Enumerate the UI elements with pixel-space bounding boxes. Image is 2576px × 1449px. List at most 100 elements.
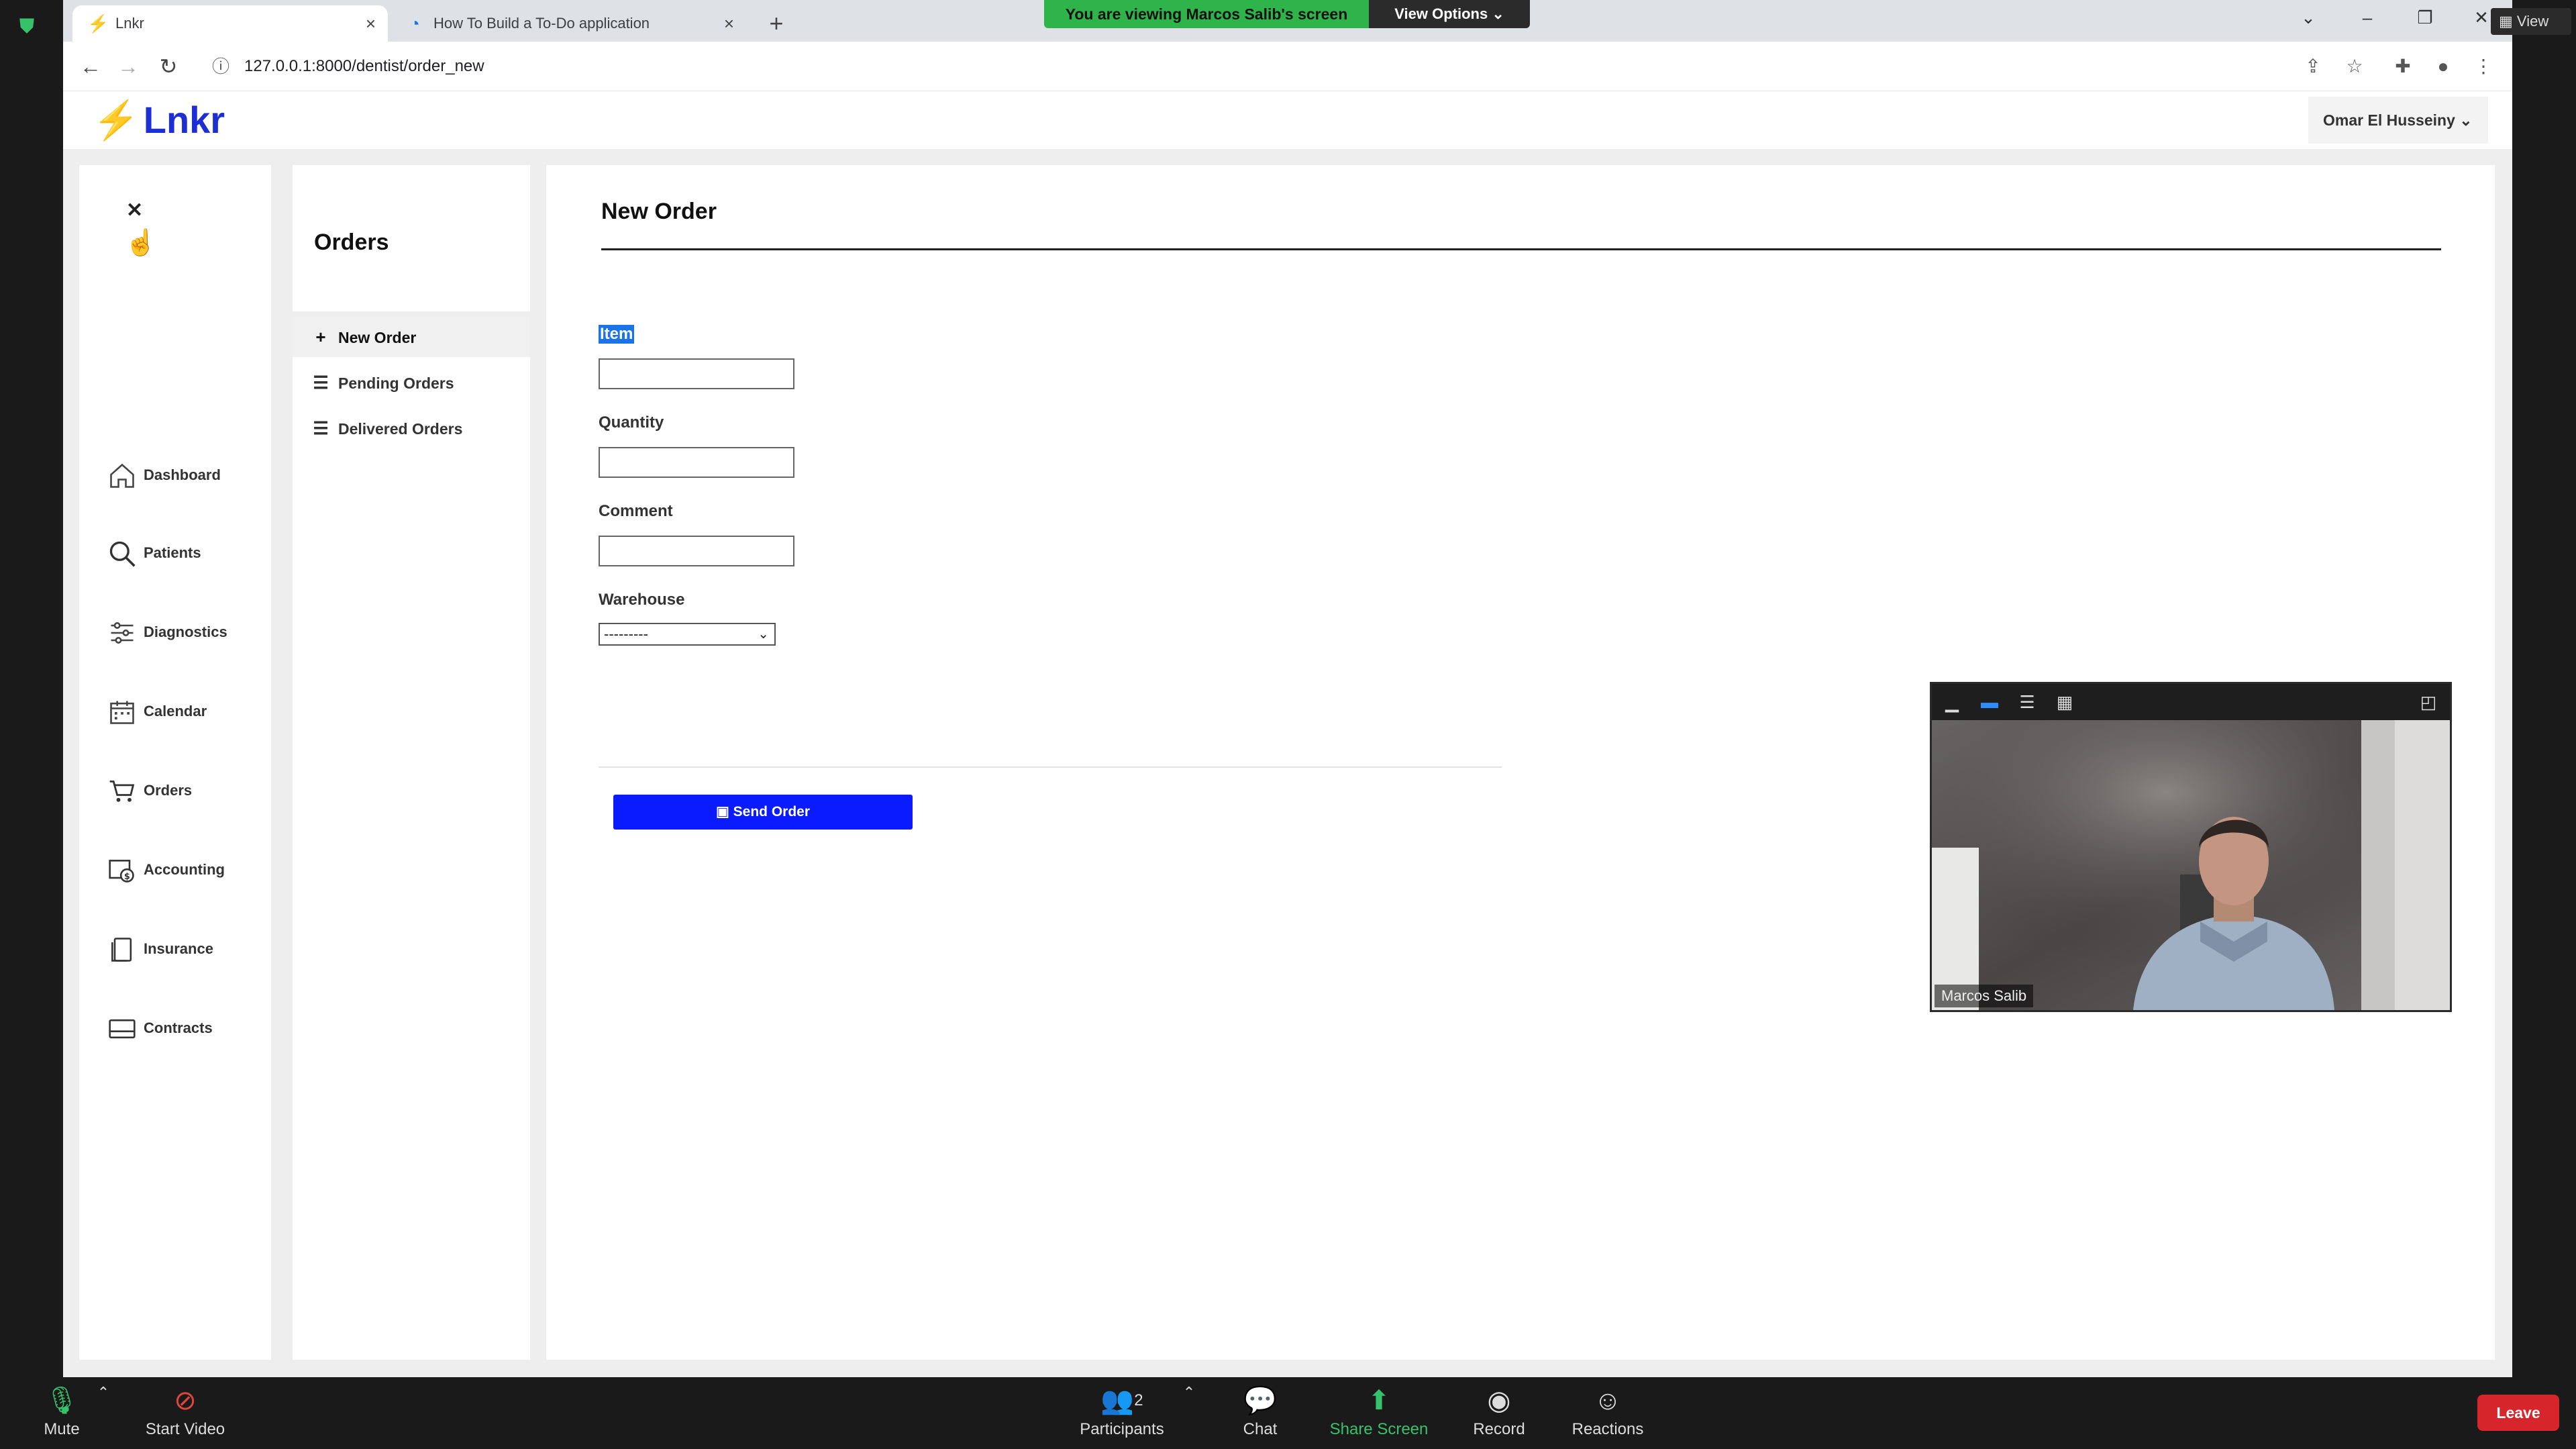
subnav-item-pending-orders[interactable]: ☰ Pending Orders — [293, 362, 530, 403]
mute-button[interactable]: 🎙 Mute — [30, 1384, 94, 1446]
minimize-icon[interactable]: – — [2347, 4, 2387, 31]
view-button[interactable]: ▦ View — [2491, 8, 2571, 35]
document-icon — [107, 935, 137, 964]
view-grid-icon: ▦ — [2499, 13, 2513, 30]
reload-icon[interactable]: ↻ — [153, 51, 184, 82]
gallery-view-icon[interactable]: ▦ — [2053, 691, 2077, 713]
zoom-control-bar: 🎙 Mute ⌃ ⊘ Start Video 👥2 Participants ⌃… — [0, 1377, 2576, 1449]
share-screen-icon: ⬆ — [1368, 1386, 1390, 1415]
list-icon: ☰ — [313, 372, 329, 393]
participant-name: Marcos Salib — [1935, 985, 2034, 1007]
tab-search-icon[interactable]: ⌄ — [2288, 4, 2328, 31]
speaker-view-icon[interactable]: ▬ — [1977, 691, 2002, 713]
video-off-icon: ⊘ — [174, 1386, 197, 1415]
leave-button[interactable]: Leave — [2477, 1395, 2559, 1431]
close-tab-icon[interactable]: × — [724, 5, 734, 42]
start-video-button[interactable]: ⊘ Start Video — [138, 1384, 232, 1446]
exit-float-icon[interactable]: ◰ — [2416, 691, 2440, 713]
address-bar[interactable]: ⓘ 127.0.0.1:8000/dentist/order_new — [197, 48, 2318, 85]
hand-cursor-icon: ☝ — [125, 229, 157, 257]
plus-icon: + — [315, 327, 326, 347]
subnav-item-new-order[interactable]: + New Order — [293, 317, 530, 357]
nav-item-contracts[interactable]: Contracts — [107, 1009, 268, 1047]
chat-icon: 💬 — [1243, 1386, 1277, 1415]
subnav-header: Orders — [293, 165, 530, 317]
browser-toolbar: ← → ↻ ⓘ 127.0.0.1:8000/dentist/order_new… — [63, 42, 2512, 91]
lnkr-logo[interactable]: ⚡ Lnkr — [93, 98, 225, 142]
loading-favicon-icon: ◔ — [409, 13, 420, 34]
title-divider — [601, 248, 2441, 250]
chat-button[interactable]: 💬 Chat — [1233, 1384, 1287, 1446]
lnkr-favicon-icon: ⚡ — [87, 13, 109, 34]
nav-item-calendar[interactable]: Calendar — [107, 693, 268, 730]
bookmark-star-icon[interactable]: ☆ — [2339, 51, 2370, 82]
strip-view-icon[interactable]: ☰ — [2015, 691, 2039, 713]
app-header: ⚡ Lnkr Omar El Husseiny ⌄ — [63, 91, 2512, 149]
close-sidebar-icon[interactable]: ✕ — [126, 199, 143, 222]
record-icon: ◉ — [1487, 1386, 1511, 1415]
close-tab-icon[interactable]: × — [366, 5, 376, 42]
warehouse-selected-value: --------- — [604, 626, 648, 642]
send-order-button[interactable]: ▣ Send Order — [613, 795, 913, 830]
orders-subnav: Orders + New Order ☰ Pending Orders ☰ Deliv… — [293, 165, 530, 1360]
sliders-icon — [107, 618, 137, 648]
profile-icon[interactable]: ● — [2428, 51, 2459, 82]
menu-icon[interactable]: ⋮ — [2468, 51, 2499, 82]
share-icon[interactable]: ⇪ — [2298, 51, 2328, 82]
nav-item-accounting[interactable]: $ Accounting — [107, 851, 268, 889]
main-sidebar: ✕ ☝ Dashboard Patients Diagnostics Calen… — [79, 165, 271, 1360]
list-icon: ☰ — [313, 418, 329, 438]
microphone-icon: 🎙 — [44, 1386, 79, 1415]
warehouse-label: Warehouse — [599, 591, 685, 609]
participants-options-caret[interactable]: ⌃ — [1181, 1384, 1197, 1446]
browser-window: ⚡ Lnkr × ◔ How To Build a To-Do applicat… — [63, 0, 2512, 1377]
tab-lnkr[interactable]: ⚡ Lnkr × — [72, 5, 388, 42]
item-label: Item — [599, 325, 635, 344]
share-screen-button[interactable]: ⬆ Share Screen — [1329, 1384, 1429, 1446]
audio-options-caret[interactable]: ⌃ — [95, 1384, 111, 1446]
nav-item-patients[interactable]: Patients — [107, 534, 268, 572]
view-options-button[interactable]: View Options ⌄ — [1369, 0, 1530, 28]
page: ⚡ Lnkr Omar El Husseiny ⌄ ✕ ☝ Dashboard P… — [63, 91, 2512, 1377]
subnav-item-delivered-orders[interactable]: ☰ Delivered Orders — [293, 408, 530, 448]
warehouse-select[interactable]: --------- ⌄ — [599, 623, 776, 646]
quantity-input[interactable] — [599, 447, 794, 478]
site-info-icon[interactable]: ⓘ — [212, 48, 229, 85]
comment-input[interactable] — [599, 536, 794, 566]
viewing-screen-banner: You are viewing Marcos Salib's screen — [1044, 0, 1369, 28]
security-shield-icon[interactable]: ⛊ — [15, 15, 39, 39]
forward-icon[interactable]: → — [113, 51, 144, 82]
nav-item-diagnostics[interactable]: Diagnostics — [107, 613, 268, 651]
cart-icon — [107, 777, 137, 806]
participants-icon: 👥2 — [1100, 1386, 1143, 1415]
nav-item-insurance[interactable]: Insurance — [107, 930, 268, 968]
calendar-icon — [107, 697, 137, 727]
nav-item-orders[interactable]: Orders — [107, 772, 268, 809]
reactions-button[interactable]: ☺ Reactions — [1567, 1384, 1648, 1446]
participant-video-window[interactable]: ▁ ▬ ☰ ▦ ◰ Marcos Salib — [1930, 682, 2452, 1012]
chevron-down-icon: ⌄ — [758, 627, 769, 642]
page-title: New Order — [601, 199, 717, 224]
participants-button[interactable]: 👥2 Participants — [1072, 1384, 1172, 1446]
minimize-video-icon[interactable]: ▁ — [1940, 691, 1964, 713]
search-icon — [107, 539, 137, 568]
quantity-label: Quantity — [599, 413, 664, 432]
back-icon[interactable]: ← — [75, 51, 106, 82]
subnav-title: Orders — [314, 230, 389, 255]
tab-todo[interactable]: ◔ How To Build a To-Do application × — [391, 5, 746, 42]
save-icon: ▣ — [715, 804, 729, 819]
accounting-icon: $ — [107, 856, 137, 885]
item-input[interactable] — [599, 358, 794, 389]
extensions-icon[interactable]: ✚ — [2387, 51, 2418, 82]
home-icon — [107, 461, 137, 491]
record-button[interactable]: ◉ Record — [1465, 1384, 1533, 1446]
new-tab-button[interactable]: + — [758, 5, 794, 42]
tab-title: How To Build a To-Do application — [433, 15, 650, 32]
nav-item-dashboard[interactable]: Dashboard — [107, 456, 268, 494]
comment-label: Comment — [599, 502, 673, 520]
svg-text:$: $ — [124, 872, 130, 882]
restore-icon[interactable]: ❐ — [2405, 4, 2445, 31]
video-feed — [1932, 720, 2450, 1010]
user-menu[interactable]: Omar El Husseiny ⌄ — [2308, 97, 2488, 144]
video-toolbar: ▁ ▬ ☰ ▦ ◰ — [1932, 684, 2450, 720]
